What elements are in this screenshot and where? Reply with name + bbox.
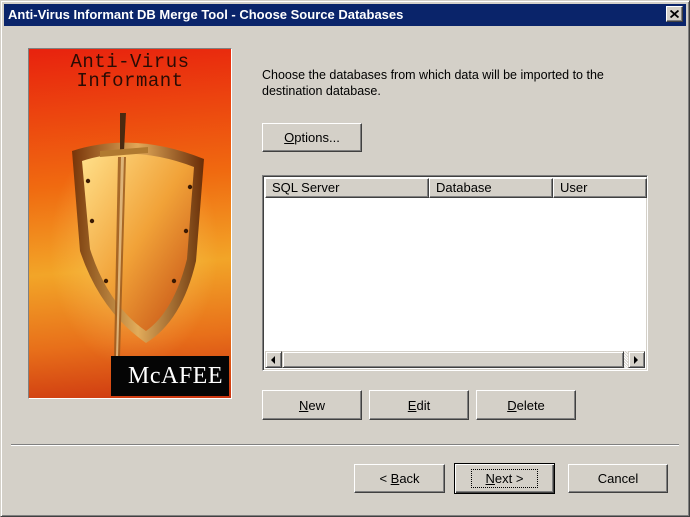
scroll-right-button[interactable] [628,351,645,368]
new-button[interactable]: New [262,390,362,420]
list-header: SQL Server Database User [265,178,647,198]
delete-button[interactable]: Delete [476,390,576,420]
close-icon [670,10,679,18]
cancel-button[interactable]: Cancel [568,464,668,493]
scroll-thumb[interactable] [282,351,624,368]
column-header-sql-server[interactable]: SQL Server [265,178,429,198]
next-button[interactable]: Next > [454,463,555,494]
arrow-left-icon [271,356,275,364]
separator-line [11,444,679,446]
scroll-left-button[interactable] [265,351,282,368]
title-bar[interactable]: Anti-Virus Informant DB Merge Tool - Cho… [4,4,686,26]
column-header-database[interactable]: Database [429,178,553,198]
sword-shield-icon [72,113,204,357]
close-button[interactable] [666,6,683,22]
window-title: Anti-Virus Informant DB Merge Tool - Cho… [8,7,404,22]
dialog-window: Anti-Virus Informant DB Merge Tool - Cho… [0,0,690,517]
horizontal-scrollbar[interactable] [265,351,645,368]
instruction-text: Choose the databases from which data wil… [262,68,604,98]
brand-logo: McAFEE [111,356,229,396]
options-button[interactable]: Options... [262,123,362,152]
edit-button[interactable]: Edit [369,390,469,420]
column-header-user[interactable]: User [553,178,647,198]
back-button[interactable]: < Back [354,464,445,493]
product-banner: Anti-Virus Informant McAFEE [28,48,232,399]
banner-title: Anti-Virus Informant [70,51,190,92]
source-database-list[interactable]: SQL Server Database User [262,175,648,371]
arrow-right-icon [634,356,638,364]
